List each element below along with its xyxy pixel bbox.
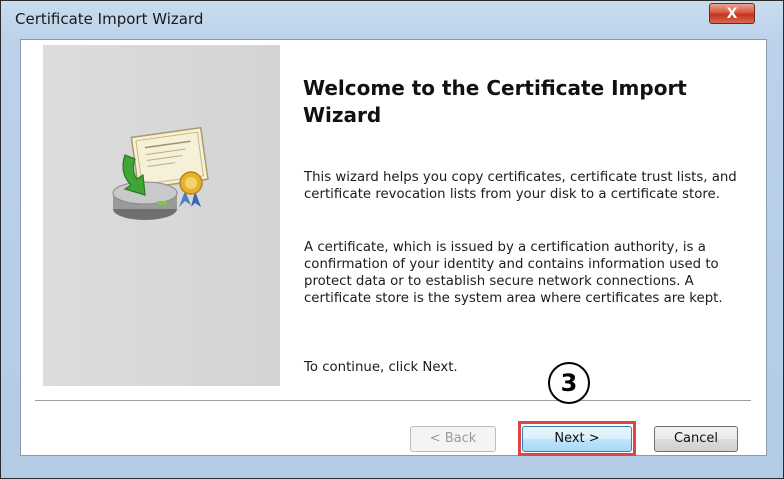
wizard-side-panel <box>43 45 280 386</box>
wizard-window: Certificate Import Wizard X Welcome to t… <box>0 0 784 479</box>
certificate-import-icon <box>112 126 209 220</box>
divider <box>35 400 751 402</box>
next-button-highlight <box>518 421 636 456</box>
intro-paragraph: This wizard helps you copy certificates,… <box>304 170 737 202</box>
description-paragraph: A certificate, which is issued by a cert… <box>304 240 723 306</box>
page-title: Welcome to the Certificate Import Wizard <box>303 76 687 127</box>
title-bar: Certificate Import Wizard X <box>1 1 783 39</box>
back-button[interactable]: < Back <box>410 426 496 452</box>
cancel-button[interactable]: Cancel <box>654 426 738 452</box>
window-title: Certificate Import Wizard <box>15 10 204 28</box>
close-button[interactable]: X <box>709 3 755 24</box>
wizard-body: Welcome to the Certificate Import Wizard… <box>20 39 767 456</box>
close-icon: X <box>726 6 738 22</box>
step-number-badge: 3 <box>548 362 590 404</box>
continue-instruction: To continue, click Next. <box>304 360 458 375</box>
